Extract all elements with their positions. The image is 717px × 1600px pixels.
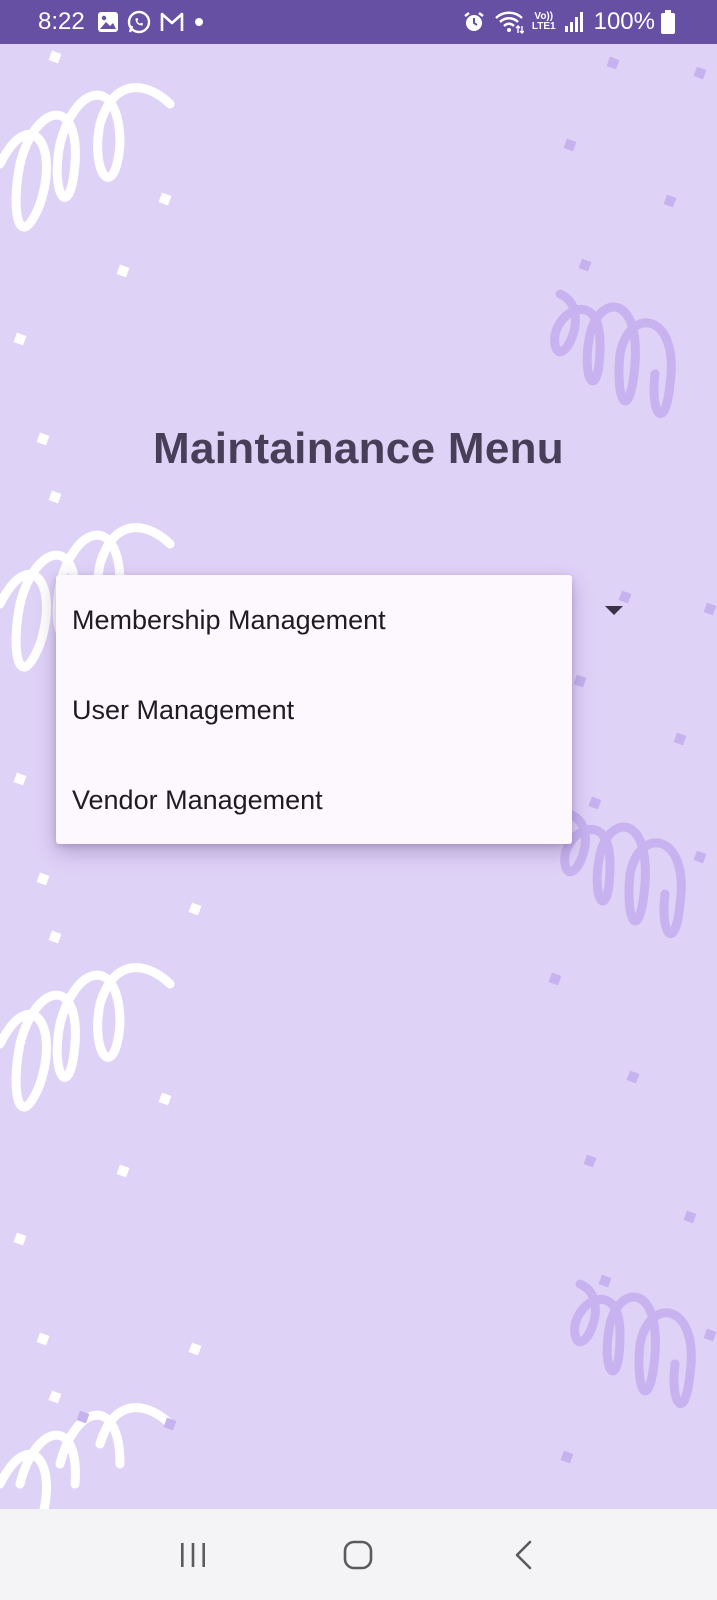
wifi-icon	[494, 10, 524, 34]
status-bar: 8:22 Vo)) LTE1 100%	[0, 0, 717, 44]
battery-percent: 100%	[593, 8, 655, 35]
home-button[interactable]	[328, 1525, 388, 1585]
page-title: Maintainance Menu	[153, 424, 564, 473]
menu-item-label: Vendor Management	[72, 784, 323, 815]
menu-item-label: Membership Management	[72, 604, 386, 635]
home-icon	[344, 1540, 373, 1569]
dropdown-arrow-icon[interactable]	[605, 606, 623, 615]
dropdown-menu: Membership Management User Management Ve…	[56, 575, 572, 844]
status-left: 8:22	[38, 8, 213, 36]
menu-item-vendor-management[interactable]: Vendor Management	[56, 755, 572, 845]
battery-icon	[661, 10, 675, 34]
gallery-icon	[97, 11, 119, 33]
status-time: 8:22	[38, 8, 85, 35]
menu-item-membership-management[interactable]: Membership Management	[56, 575, 572, 665]
volte-icon: Vo)) LTE1	[532, 12, 556, 32]
alarm-icon	[462, 10, 486, 34]
menu-item-label: User Management	[72, 694, 295, 725]
back-button[interactable]	[494, 1525, 554, 1585]
menu-item-user-management[interactable]: User Management	[56, 665, 572, 755]
navigation-bar	[0, 1509, 717, 1600]
back-icon	[515, 1540, 532, 1569]
recents-button[interactable]	[163, 1525, 223, 1585]
gmail-icon	[159, 11, 185, 33]
status-right: Vo)) LTE1 100%	[462, 8, 675, 36]
volte-label-bottom: LTE1	[531, 21, 556, 32]
recents-icon	[180, 1542, 205, 1567]
signal-icon	[564, 11, 586, 33]
whatsapp-icon	[127, 10, 151, 34]
dot-icon	[193, 16, 205, 28]
